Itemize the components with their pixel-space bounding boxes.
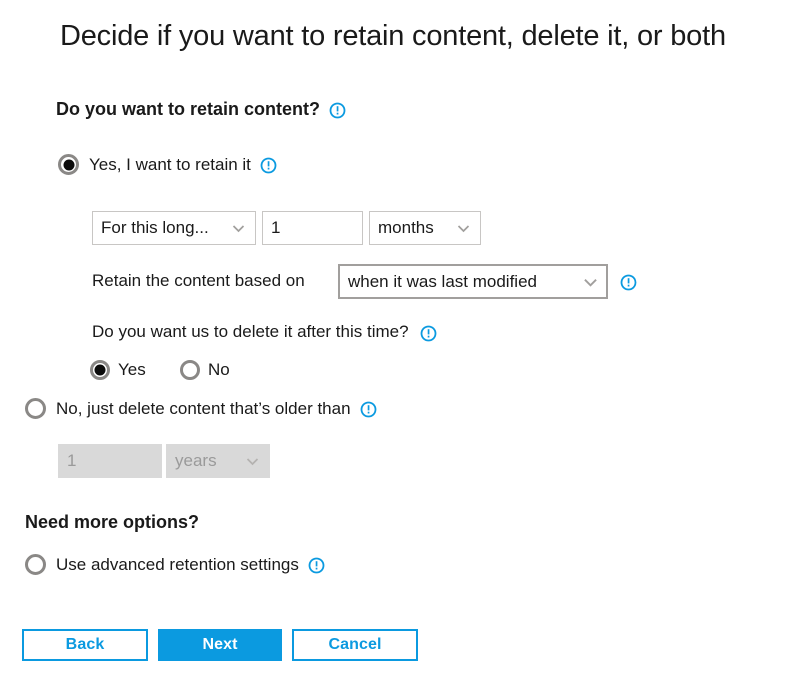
info-exclamation-icon[interactable]: [620, 274, 637, 291]
duration-unit-value: months: [378, 218, 434, 237]
radio-label-no-just-delete: No, just delete content that’s older tha…: [56, 398, 351, 418]
delete-after-question-label: Do you want us to delete it after this t…: [92, 322, 409, 341]
radio-option-delete-yes[interactable]: Yes: [90, 360, 146, 380]
chevron-down-icon: [581, 273, 598, 290]
info-exclamation-icon[interactable]: [308, 557, 325, 574]
radio-button-no-just-delete[interactable]: [25, 398, 46, 419]
duration-amount-input[interactable]: 1: [262, 211, 363, 245]
delete-age-amount-value: 1: [67, 451, 77, 470]
next-button[interactable]: Next: [158, 629, 282, 661]
radio-button-advanced-retention[interactable]: [25, 554, 46, 575]
delete-age-unit-dropdown: years: [166, 444, 270, 478]
retain-basis-value: when it was last modified: [348, 271, 537, 291]
radio-button-delete-no[interactable]: [180, 360, 200, 380]
delete-after-question: Do you want us to delete it after this t…: [92, 322, 437, 342]
radio-button-yes-retain[interactable]: [58, 154, 79, 175]
delete-age-unit-value: years: [175, 451, 217, 470]
radio-label-advanced-retention: Use advanced retention settings: [56, 554, 299, 574]
duration-mode-value: For this long...: [101, 218, 209, 237]
chevron-down-icon: [244, 453, 261, 470]
retain-content-heading: Do you want to retain content?: [56, 99, 346, 120]
retain-content-heading-label: Do you want to retain content?: [56, 99, 320, 119]
back-button[interactable]: Back: [22, 629, 148, 661]
duration-amount-value: 1: [271, 218, 281, 237]
radio-button-delete-yes[interactable]: [90, 360, 110, 380]
radio-label-delete-yes: Yes: [118, 360, 146, 379]
radio-option-no-just-delete[interactable]: No, just delete content that’s older tha…: [25, 398, 377, 419]
radio-option-delete-no[interactable]: No: [180, 360, 230, 380]
retain-basis-label: Retain the content based on: [92, 271, 305, 290]
page-title: Decide if you want to retain content, de…: [60, 20, 726, 52]
radio-label-delete-no: No: [208, 360, 230, 379]
duration-mode-dropdown[interactable]: For this long...: [92, 211, 256, 245]
duration-unit-dropdown[interactable]: months: [369, 211, 481, 245]
radio-label-yes-retain: Yes, I want to retain it: [89, 154, 251, 174]
radio-option-yes-retain[interactable]: Yes, I want to retain it: [58, 154, 277, 175]
retain-basis-dropdown[interactable]: when it was last modified: [338, 264, 608, 299]
chevron-down-icon: [455, 220, 472, 237]
info-exclamation-icon[interactable]: [420, 325, 437, 342]
info-exclamation-icon[interactable]: [360, 401, 377, 418]
need-more-options-heading: Need more options?: [25, 512, 199, 533]
delete-age-amount-input: 1: [58, 444, 162, 478]
chevron-down-icon: [230, 220, 247, 237]
need-more-options-label: Need more options?: [25, 512, 200, 532]
info-exclamation-icon[interactable]: [329, 102, 346, 119]
cancel-button[interactable]: Cancel: [292, 629, 418, 661]
info-exclamation-icon[interactable]: [260, 157, 277, 174]
radio-option-advanced-retention[interactable]: Use advanced retention settings: [25, 554, 325, 575]
